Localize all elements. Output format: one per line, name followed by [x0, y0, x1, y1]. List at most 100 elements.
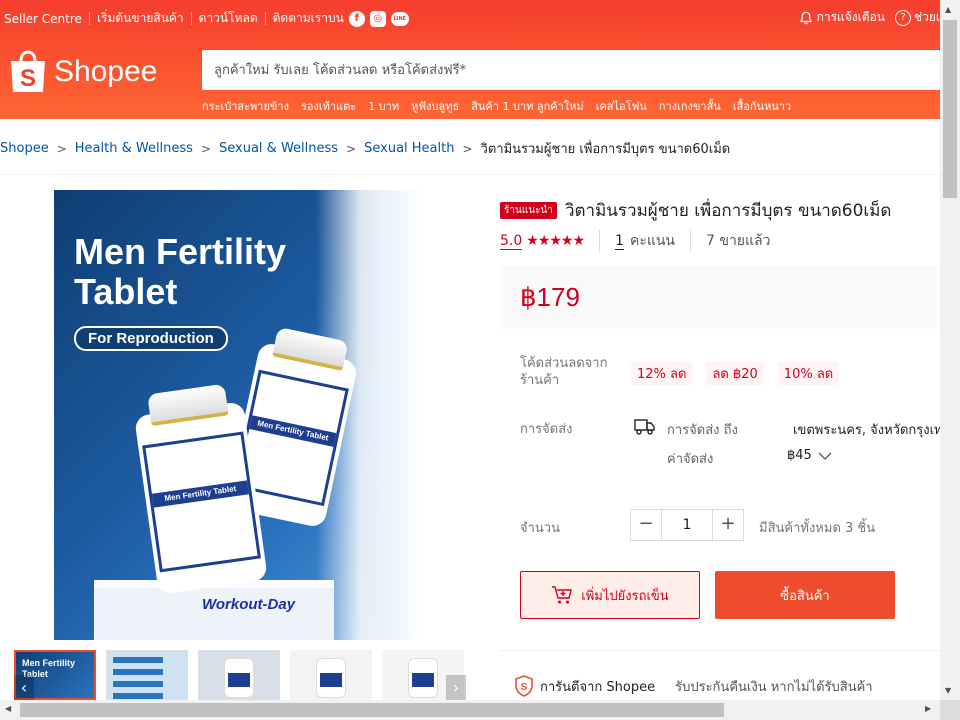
horizontal-scrollbar[interactable]: ◀ ▶ — [0, 700, 960, 720]
suggestion-link[interactable]: กระเป๋าสะพายข้าง — [202, 97, 289, 115]
scroll-right-icon[interactable]: ▶ — [925, 704, 931, 713]
truck-icon — [634, 419, 655, 435]
download-link[interactable]: ดาวน์โหลด — [199, 9, 258, 28]
chevron-right-icon: > — [346, 141, 357, 156]
breadcrumb-link[interactable]: Shopee — [0, 141, 49, 156]
image-headline: Men Fertility Tablet — [74, 232, 286, 312]
vertical-scrollbar[interactable]: ▲ ▼ — [940, 0, 960, 700]
shield-icon: S — [515, 675, 533, 697]
chevron-right-icon: > — [56, 141, 67, 156]
divider — [190, 12, 192, 25]
search-bar — [202, 50, 940, 90]
stock-text: มีสินค้าทั้งหมด 3 ชิ้น — [759, 521, 876, 536]
thumbnail-bottle — [316, 658, 346, 698]
increase-button[interactable]: + — [712, 509, 744, 541]
site-header: Seller Centre เริ่มต้นขายสินค้า ดาวน์โหล… — [0, 0, 940, 119]
rating-score[interactable]: 5.0 — [500, 233, 523, 250]
breadcrumb-link[interactable]: Sexual & Wellness — [219, 141, 338, 156]
sold-count: 7 ขายแล้ว — [706, 233, 771, 249]
suggestion-link[interactable]: รองเท้าแตะ — [301, 97, 356, 115]
svg-text:S: S — [20, 65, 36, 92]
help-link[interactable]: ช่วยเ — [914, 8, 940, 27]
quantity-stepper: − 1 + — [630, 509, 744, 541]
suggestion-link[interactable]: หูฟังบลูทูธ — [411, 97, 459, 115]
product-title-row: ร้านแนะนำ วิตามินรวมผู้ชาย เพื่อการมีบุต… — [500, 197, 891, 224]
scroll-up-icon[interactable]: ▲ — [945, 5, 951, 14]
voucher-chip[interactable]: ลด ฿20 — [705, 362, 765, 385]
facebook-icon[interactable]: f — [348, 10, 365, 27]
ship-destination[interactable]: เขตพระนคร, จังหวัดกรุงเท — [793, 419, 940, 440]
bell-icon[interactable] — [799, 11, 813, 25]
shipping-fee-label: ค่าจัดส่ง — [667, 452, 714, 467]
buy-now-button[interactable]: ซื้อสินค้า — [715, 571, 895, 619]
scroll-thumb[interactable] — [20, 703, 724, 717]
shopee-logo[interactable]: S Shopee — [8, 48, 157, 96]
thumbnail[interactable] — [290, 650, 372, 700]
divider — [690, 230, 692, 252]
rating-row: 5.0 ★★★★★ 1 คะแนน 7 ขายแล้ว — [500, 230, 770, 252]
thumbnail-bottle — [224, 658, 254, 698]
image-headline-line: Tablet — [74, 271, 178, 312]
search-suggestions: กระเป๋าสะพายข้าง รองเท้าแตะ 1 บาท หูฟังบ… — [202, 97, 803, 115]
suggestion-link[interactable]: เสื้อกันหนาว — [733, 97, 791, 115]
product-main-image[interactable]: Men Fertility Tablet For Reproduction Me… — [54, 190, 426, 640]
suggestion-link[interactable]: 1 บาท — [368, 97, 399, 115]
thumbnail-graphic — [113, 669, 163, 675]
thumbnail[interactable] — [198, 650, 280, 700]
notifications-link[interactable]: การแจ้งเตือน — [817, 8, 885, 27]
voucher-chip[interactable]: 12% ลด — [630, 362, 694, 385]
help-icon[interactable]: ? — [894, 9, 911, 26]
suggestion-link[interactable]: กางเกงขาสั้น — [659, 97, 721, 115]
shipping-fee[interactable]: ฿45 — [787, 448, 832, 463]
search-input[interactable] — [202, 50, 940, 90]
ratings-count[interactable]: 1 — [615, 233, 624, 250]
add-to-cart-label: เพิ่มไปยังรถเข็น — [581, 588, 669, 604]
bottle-label-text: Men Fertility Tablet — [249, 415, 337, 448]
thumbnail[interactable] — [106, 650, 188, 700]
seller-centre-link[interactable]: Seller Centre — [4, 12, 82, 26]
guarantee-title: การันตีจาก Shopee — [540, 679, 656, 695]
voucher-chip[interactable]: 10% ลด — [776, 362, 841, 385]
chevron-right-icon: > — [200, 141, 212, 156]
thumbnail-graphic — [113, 693, 163, 699]
chevron-down-icon — [818, 452, 832, 460]
product-price: ฿179 — [520, 282, 580, 312]
start-selling-link[interactable]: เริ่มต้นขายสินค้า — [97, 9, 184, 28]
scroll-down-icon[interactable]: ▼ — [945, 686, 951, 695]
thumbnail-graphic — [113, 657, 163, 663]
divider — [0, 174, 940, 175]
bottle-label: Men Fertility Tablet — [142, 431, 261, 573]
decrease-button[interactable]: − — [630, 509, 662, 541]
product-title: วิตามินรวมผู้ชาย เพื่อการมีบุตร ขนาด60เม… — [564, 201, 892, 221]
preferred-shop-badge: ร้านแนะนำ — [500, 202, 557, 219]
scrollbar-corner — [940, 700, 960, 720]
voucher-list: 12% ลด ลด ฿20 10% ลด — [630, 362, 852, 385]
scroll-thumb[interactable] — [943, 20, 957, 198]
chevron-right-icon[interactable]: › — [446, 675, 466, 701]
image-headline-line: Men Fertility — [74, 231, 287, 272]
instagram-icon[interactable]: ◎ — [369, 10, 386, 27]
bottle-label-text: Men Fertility Tablet — [151, 480, 250, 509]
shipping-label: การจัดส่ง — [520, 422, 573, 437]
ratings-label: คะแนน — [629, 233, 676, 249]
chevron-right-icon: > — [462, 141, 473, 156]
thumbnail-strip: Men Fertility Tablet — [14, 650, 466, 700]
add-to-cart-button[interactable]: เพิ่มไปยังรถเข็น — [520, 571, 700, 619]
image-pill: For Reproduction — [74, 326, 228, 351]
suggestion-link[interactable]: เคสไอโฟน — [596, 97, 647, 115]
chevron-left-icon[interactable]: ‹ — [14, 675, 34, 701]
line-icon[interactable]: LINE — [390, 11, 409, 26]
voucher-label: โค้ดส่วนลดจากร้านค้า — [520, 356, 608, 388]
divider — [88, 12, 90, 25]
suggestion-link[interactable]: สินค้า 1 บาท ลูกค้าใหม่ — [471, 97, 583, 115]
shipping-fee-value: ฿45 — [787, 448, 812, 463]
quantity-input[interactable]: 1 — [662, 509, 712, 541]
scroll-left-icon[interactable]: ◀ — [5, 704, 11, 713]
cart-icon — [552, 586, 573, 604]
brand-watermark: Workout-Day — [202, 596, 296, 613]
breadcrumb-link[interactable]: Health & Wellness — [75, 141, 193, 156]
svg-text:S: S — [521, 682, 528, 693]
shopee-guarantee[interactable]: S การันตีจาก Shopee รับประกันคืนเงิน หาก… — [514, 675, 873, 697]
divider — [599, 230, 601, 252]
breadcrumb-link[interactable]: Sexual Health — [364, 141, 454, 156]
